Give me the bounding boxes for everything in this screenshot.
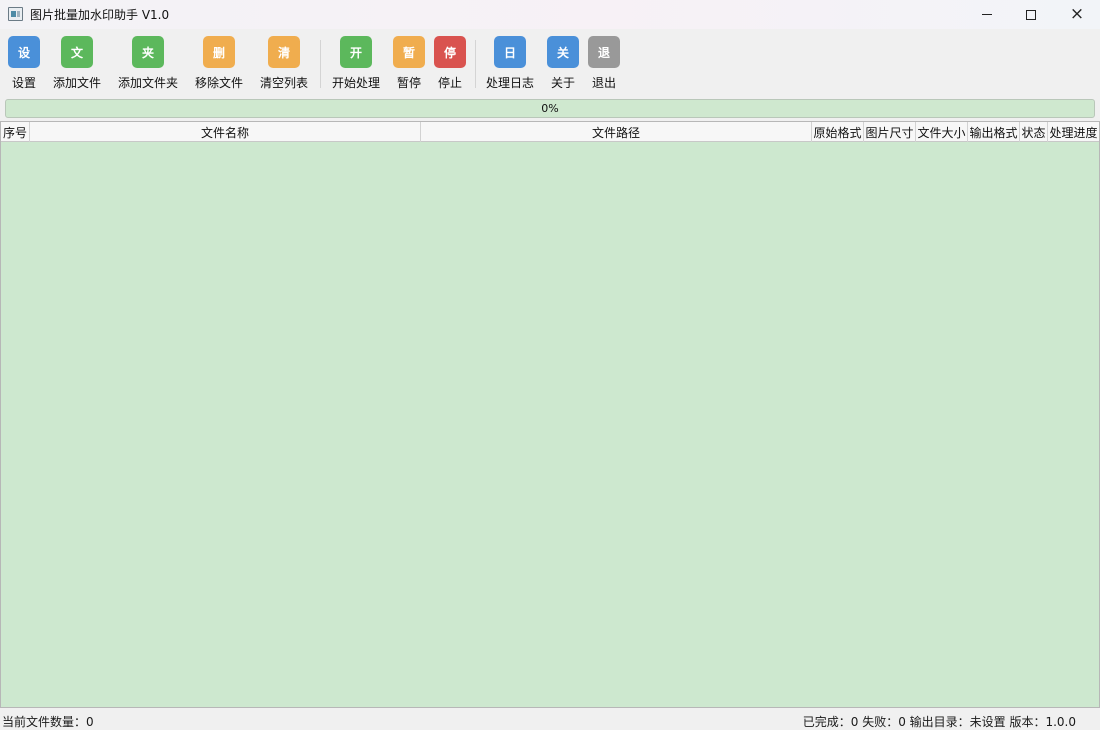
about-button[interactable]: 关 关于: [543, 36, 583, 92]
file-count-status: 当前文件数量：0: [2, 715, 94, 729]
add-file-label: 添加文件: [52, 76, 101, 90]
title-bar: 图片批量加水印助手 V1.0 ×: [0, 0, 1100, 29]
window-title: 图片批量加水印助手 V1.0: [30, 8, 170, 22]
start-icon: 开: [340, 36, 372, 68]
clear-list-button[interactable]: 清 清空列表: [257, 36, 311, 92]
settings-icon: 设: [8, 36, 40, 68]
column-header-output-format[interactable]: 输出格式: [968, 122, 1020, 142]
add-folder-icon: 夹: [132, 36, 164, 68]
maximize-icon: [1026, 9, 1036, 20]
clear-list-icon: 清: [268, 36, 300, 68]
column-header-image-size[interactable]: 图片尺寸: [864, 122, 916, 142]
toolbar: 设 设置 文 添加文件 夹 添加文件夹 删 移除文件 清 清空列表 开 开始处理…: [0, 29, 1100, 95]
minimize-button[interactable]: [964, 0, 1010, 29]
add-folder-button[interactable]: 夹 添加文件夹: [114, 36, 182, 92]
remove-file-label: 移除文件: [194, 76, 243, 90]
settings-label: 设置: [11, 76, 36, 90]
table-header: 序号 文件名称 文件路径 原始格式 图片尺寸 文件大小 输出格式 状态 处理进度: [1, 122, 1099, 142]
pause-icon: 暂: [393, 36, 425, 68]
about-label: 关于: [550, 76, 575, 90]
log-label: 处理日志: [485, 76, 534, 90]
add-file-icon: 文: [61, 36, 93, 68]
column-header-index[interactable]: 序号: [1, 122, 30, 142]
log-icon: 日: [494, 36, 526, 68]
add-folder-label: 添加文件夹: [117, 76, 178, 90]
toolbar-separator: [320, 40, 321, 88]
column-header-file-path[interactable]: 文件路径: [421, 122, 812, 142]
add-file-button[interactable]: 文 添加文件: [50, 36, 104, 92]
minimize-icon: [982, 14, 992, 15]
image-app-icon: [8, 7, 23, 21]
stop-label: 停止: [437, 76, 462, 90]
status-bar: 当前文件数量：0 已完成：0 失败：0 输出目录：未设置 版本：1.0.0: [0, 710, 1100, 730]
summary-status: 已完成：0 失败：0 输出目录：未设置 版本：1.0.0: [802, 715, 1076, 729]
column-header-original-format[interactable]: 原始格式: [812, 122, 864, 142]
exit-button[interactable]: 退 退出: [584, 36, 624, 92]
column-header-progress[interactable]: 处理进度: [1048, 122, 1099, 142]
clear-list-label: 清空列表: [259, 76, 308, 90]
toolbar-separator: [475, 40, 476, 88]
start-label: 开始处理: [331, 76, 380, 90]
pause-label: 暂停: [396, 76, 421, 90]
progress-bar: 0%: [5, 99, 1095, 118]
close-icon: ×: [1069, 4, 1085, 24]
stop-icon: 停: [434, 36, 466, 68]
remove-file-button[interactable]: 删 移除文件: [192, 36, 246, 92]
column-header-status[interactable]: 状态: [1020, 122, 1048, 142]
start-button[interactable]: 开 开始处理: [329, 36, 383, 92]
close-button[interactable]: ×: [1054, 0, 1100, 29]
column-header-file-size[interactable]: 文件大小: [916, 122, 968, 142]
log-button[interactable]: 日 处理日志: [483, 36, 537, 92]
exit-label: 退出: [591, 76, 616, 90]
settings-button[interactable]: 设 设置: [4, 36, 44, 92]
maximize-button[interactable]: [1008, 0, 1054, 29]
stop-button[interactable]: 停 停止: [430, 36, 470, 92]
column-header-file-name[interactable]: 文件名称: [30, 122, 421, 142]
about-icon: 关: [547, 36, 579, 68]
exit-icon: 退: [588, 36, 620, 68]
remove-file-icon: 删: [203, 36, 235, 68]
progress-text: 0%: [541, 102, 559, 115]
pause-button[interactable]: 暂 暂停: [389, 36, 429, 92]
file-table[interactable]: 序号 文件名称 文件路径 原始格式 图片尺寸 文件大小 输出格式 状态 处理进度: [0, 121, 1100, 708]
table-body[interactable]: [1, 142, 1099, 707]
